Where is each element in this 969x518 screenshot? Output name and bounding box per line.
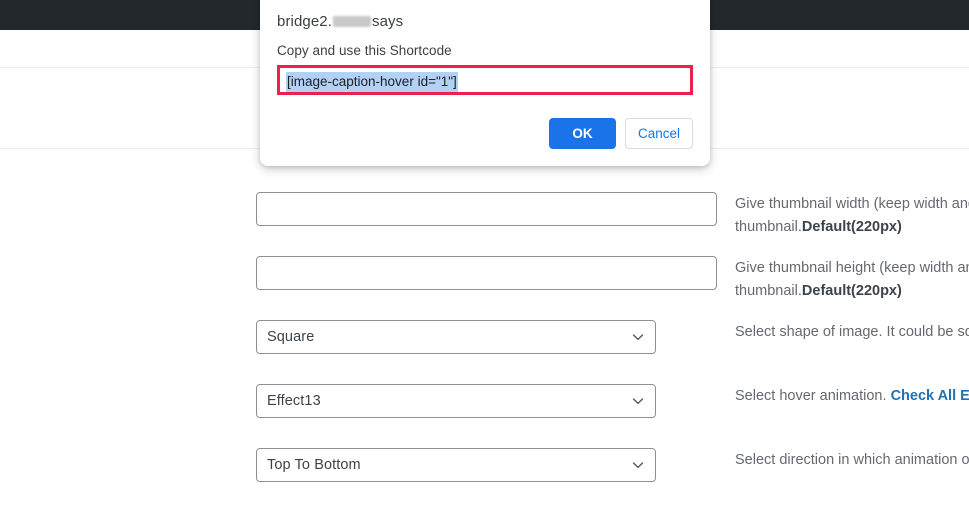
dialog-origin-prefix: bridge2. (277, 13, 333, 30)
hover-animation-selected-value: Effect13 (267, 392, 321, 409)
thumbnail-width-description: Give thumbnail width (keep width and thu… (735, 193, 969, 239)
shortcode-selected-text: [image-caption-hover id="1"] (286, 72, 458, 92)
desc-default-value: Default(220px) (801, 283, 902, 299)
form-row-thumbnail-width: Give thumbnail width (keep width and thu… (256, 192, 969, 256)
redacted-domain-block (333, 16, 372, 27)
hover-animation-select-box[interactable]: Effect13 (256, 384, 656, 418)
page-root: Give thumbnail width (keep width and thu… (0, 0, 969, 518)
chevron-down-icon (632, 462, 644, 469)
desc-line-1: Select direction in which animation oc (735, 452, 969, 468)
desc-default-value: Default(220px) (801, 219, 902, 235)
desc-line-2: thumbnail.Default(220px) (735, 280, 969, 303)
thumbnail-height-description: Give thumbnail height (keep width an thu… (735, 257, 969, 303)
desc-line-2-text: thumbnail. (735, 283, 802, 299)
desc-line-1: Give thumbnail height (keep width an (735, 260, 969, 276)
thumbnail-height-input[interactable] (256, 256, 717, 290)
browser-prompt-dialog: bridge2. says Copy and use this Shortcode… (260, 0, 710, 166)
desc-line-2-text: thumbnail. (735, 219, 802, 235)
image-shape-selected-value: Square (267, 328, 315, 345)
form-row-animation-direction: Top To Bottom Select direction in which … (256, 448, 969, 512)
form-row-thumbnail-height: Give thumbnail height (keep width an thu… (256, 256, 969, 320)
animation-direction-select-box[interactable]: Top To Bottom (256, 448, 656, 482)
hover-animation-select[interactable]: Effect13 (256, 384, 656, 418)
animation-direction-select[interactable]: Top To Bottom (256, 448, 656, 482)
form-row-image-shape: Square Select shape of image. It could b… (256, 320, 969, 384)
ok-button[interactable]: OK (549, 118, 616, 149)
image-shape-description: Select shape of image. It could be squ (735, 321, 969, 344)
chevron-down-icon (632, 398, 644, 405)
check-all-effects-link[interactable]: Check All Eff (891, 388, 969, 404)
desc-line-1: Select hover animation. (735, 388, 891, 404)
image-shape-select-box[interactable]: Square (256, 320, 656, 354)
shortcode-highlight-box: [image-caption-hover id="1"] (277, 65, 693, 95)
form-row-hover-animation: Effect13 Select hover animation. Check A… (256, 384, 969, 448)
chevron-down-icon (632, 334, 644, 341)
desc-line-1: Select shape of image. It could be squ (735, 324, 969, 340)
dialog-title: bridge2. says (277, 13, 403, 30)
dialog-message: Copy and use this Shortcode (277, 43, 452, 58)
desc-line-2: thumbnail.Default(220px) (735, 216, 969, 239)
hover-animation-description: Select hover animation. Check All Eff (735, 385, 969, 408)
thumbnail-width-input[interactable] (256, 192, 717, 226)
image-shape-select[interactable]: Square (256, 320, 656, 354)
dialog-title-says: says (372, 13, 404, 30)
animation-direction-selected-value: Top To Bottom (267, 456, 361, 473)
animation-direction-description: Select direction in which animation oc (735, 449, 969, 472)
cancel-button[interactable]: Cancel (625, 118, 693, 149)
desc-line-1: Give thumbnail width (keep width and (735, 196, 969, 212)
